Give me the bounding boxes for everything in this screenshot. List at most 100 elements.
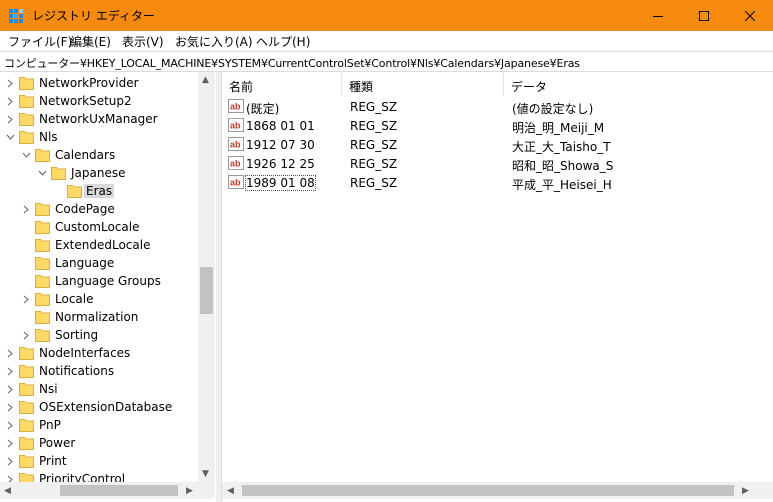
chevron-right-icon[interactable] <box>5 365 15 377</box>
values-list[interactable]: 名前 種類 データ ab (既定) REG_SZ (値の設定なし) ab 186… <box>221 72 773 502</box>
tree-item-label: CodePage <box>55 202 115 216</box>
close-button[interactable] <box>727 0 773 31</box>
chevron-right-icon[interactable] <box>5 113 15 125</box>
tree-item-power[interactable]: Power <box>0 434 198 452</box>
folder-icon <box>35 292 50 306</box>
menu-favorites[interactable]: お気に入り(A) <box>175 33 253 50</box>
key-tree[interactable]: NetworkProvider NetworkSetup2 NetworkUxM… <box>0 72 216 502</box>
string-value-icon: ab <box>228 137 244 151</box>
maximize-button[interactable] <box>681 0 727 31</box>
string-value-icon: ab <box>228 99 244 113</box>
value-data: 昭和_昭_Showa_S <box>512 159 614 173</box>
tree-item-extendedlocale[interactable]: ExtendedLocale <box>0 236 198 254</box>
tree-item-networkuxmanager[interactable]: NetworkUxManager <box>0 110 198 128</box>
chevron-down-icon[interactable] <box>21 149 31 161</box>
tree-horizontal-scrollbar[interactable]: ◀ ▶ <box>0 482 198 499</box>
value-row[interactable]: ab (既定) REG_SZ (値の設定なし) <box>222 97 773 116</box>
tree-item-customlocale[interactable]: CustomLocale <box>0 218 198 236</box>
folder-icon <box>35 274 50 288</box>
scroll-right-icon[interactable]: ▶ <box>186 486 193 496</box>
chevron-down-icon[interactable] <box>37 167 47 179</box>
tree-item-label: NodeInterfaces <box>39 346 131 360</box>
maximize-icon <box>699 10 709 21</box>
menu-file[interactable]: ファイル(F) <box>8 33 72 50</box>
tree-item-label: Normalization <box>55 310 139 324</box>
tree-item-networksetup2[interactable]: NetworkSetup2 <box>0 92 198 110</box>
value-data: (値の設定なし) <box>512 102 594 116</box>
menu-view[interactable]: 表示(V) <box>122 33 164 50</box>
scroll-right-icon[interactable]: ▶ <box>742 486 749 496</box>
value-row[interactable]: ab 1868 01 01 REG_SZ 明治_明_Meiji_M <box>222 116 773 135</box>
tree-item-label: NetworkProvider <box>39 76 139 90</box>
tree-item-nls[interactable]: Nls <box>0 128 198 146</box>
tree-vertical-scroll-thumb[interactable] <box>200 267 213 314</box>
value-row[interactable]: ab 1926 12 25 REG_SZ 昭和_昭_Showa_S <box>222 154 773 173</box>
chevron-right-icon[interactable] <box>5 347 15 359</box>
scroll-down-icon[interactable]: ▼ <box>202 469 209 479</box>
chevron-right-icon[interactable] <box>5 437 15 449</box>
folder-open-icon <box>19 130 34 144</box>
folder-icon <box>19 94 34 108</box>
menu-edit[interactable]: 編集(E) <box>70 33 111 50</box>
tree-item-print[interactable]: Print <box>0 452 198 470</box>
tree-item-nodeinterfaces[interactable]: NodeInterfaces <box>0 344 198 362</box>
tree-item-label: Language Groups <box>55 274 161 288</box>
value-row[interactable]: ab 1912 07 30 REG_SZ 大正_大_Taisho_T <box>222 135 773 154</box>
chevron-right-icon[interactable] <box>5 419 15 431</box>
address-bar[interactable]: コンピューター¥HKEY_LOCAL_MACHINE¥SYSTEM¥Curren… <box>0 51 773 72</box>
folder-icon <box>19 346 34 360</box>
chevron-right-icon[interactable] <box>5 383 15 395</box>
tree-item-osextensiondatabase[interactable]: OSExtensionDatabase <box>0 398 198 416</box>
chevron-right-icon[interactable] <box>21 203 31 215</box>
close-icon <box>745 10 755 21</box>
tree-item-eras[interactable]: Eras <box>0 182 198 200</box>
list-horizontal-scrollbar[interactable]: ◀ ▶ <box>222 482 773 499</box>
value-data: 明治_明_Meiji_M <box>512 121 605 135</box>
tree-item-label: Japanese <box>71 166 126 180</box>
address-path[interactable]: コンピューター¥HKEY_LOCAL_MACHINE¥SYSTEM¥Curren… <box>4 55 580 71</box>
value-type: REG_SZ <box>350 176 398 190</box>
chevron-right-icon[interactable] <box>21 293 31 305</box>
tree-item-notifications[interactable]: Notifications <box>0 362 198 380</box>
tree-horizontal-scroll-thumb[interactable] <box>60 485 178 496</box>
chevron-right-icon[interactable] <box>5 455 15 467</box>
tree-item-normalization[interactable]: Normalization <box>0 308 198 326</box>
chevron-right-icon[interactable] <box>21 329 31 341</box>
tree-item-language[interactable]: Language <box>0 254 198 272</box>
chevron-right-icon[interactable] <box>5 401 15 413</box>
column-header-name[interactable]: 名前 <box>222 72 342 96</box>
chevron-right-icon[interactable] <box>5 95 15 107</box>
value-type: REG_SZ <box>350 157 398 171</box>
minimize-button[interactable] <box>635 0 681 31</box>
value-data: 大正_大_Taisho_T <box>512 140 611 154</box>
title-bar: レジストリ エディター <box>0 0 773 31</box>
menu-help[interactable]: ヘルプ(H) <box>256 33 310 50</box>
tree-item-locale[interactable]: Locale <box>0 290 198 308</box>
list-horizontal-scroll-thumb[interactable] <box>242 485 734 496</box>
svg-text:ab: ab <box>230 178 241 188</box>
tree-item-language-groups[interactable]: Language Groups <box>0 272 198 290</box>
scroll-left-icon[interactable]: ◀ <box>227 486 234 496</box>
chevron-down-icon[interactable] <box>5 131 15 143</box>
value-row[interactable]: ab 1989 01 08 REG_SZ 平成_平_Heisei_H <box>222 173 773 192</box>
scroll-left-icon[interactable]: ◀ <box>4 486 11 496</box>
tree-item-sorting[interactable]: Sorting <box>0 326 198 344</box>
folder-icon <box>35 238 50 252</box>
tree-item-japanese[interactable]: Japanese <box>0 164 198 182</box>
tree-item-label: ExtendedLocale <box>55 238 151 252</box>
chevron-right-icon[interactable] <box>5 77 15 89</box>
folder-icon <box>35 328 50 342</box>
tree-item-networkprovider[interactable]: NetworkProvider <box>0 74 198 92</box>
scroll-up-icon[interactable]: ▲ <box>202 75 209 85</box>
folder-icon <box>35 310 50 324</box>
tree-item-label: PnP <box>39 418 61 432</box>
column-header-data[interactable]: データ <box>504 72 773 96</box>
column-header-type[interactable]: 種類 <box>342 72 504 96</box>
tree-item-codepage[interactable]: CodePage <box>0 200 198 218</box>
tree-item-pnp[interactable]: PnP <box>0 416 198 434</box>
tree-item-label: CustomLocale <box>55 220 140 234</box>
tree-item-nsi[interactable]: Nsi <box>0 380 198 398</box>
tree-vertical-scrollbar[interactable]: ▲ ▼ <box>198 72 215 482</box>
value-type: REG_SZ <box>350 138 398 152</box>
tree-item-calendars[interactable]: Calendars <box>0 146 198 164</box>
